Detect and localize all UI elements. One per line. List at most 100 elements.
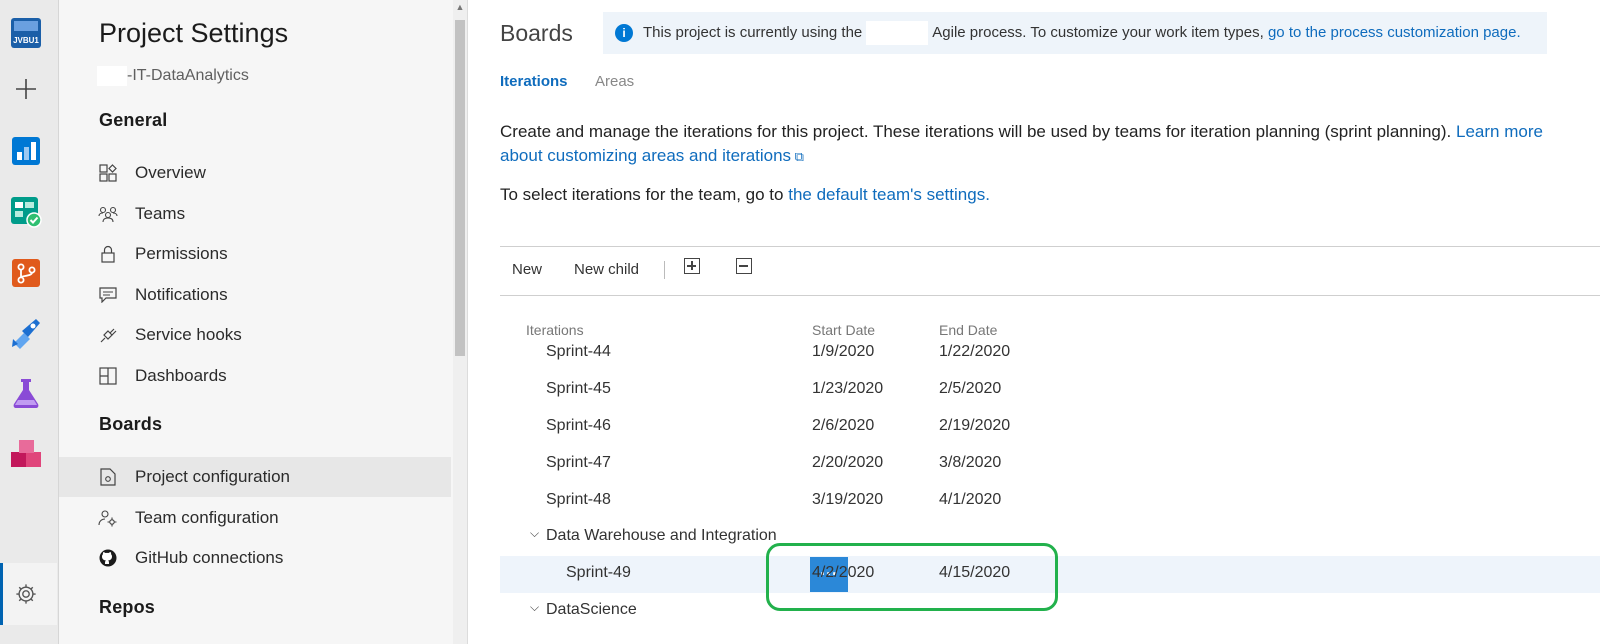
nav-item-github-connections[interactable]: GitHub connections: [59, 538, 451, 578]
pipelines-icon[interactable]: [9, 316, 43, 350]
chevron-down-icon[interactable]: ⌵: [530, 526, 539, 541]
section-heading-repos: Repos: [99, 597, 156, 617]
org-logo-text: JVBU1: [13, 36, 39, 45]
description-text: Create and manage the iterations for thi…: [500, 122, 1543, 141]
nav-item-teams[interactable]: Teams: [59, 194, 451, 234]
scrollbar-thumb[interactable]: [455, 20, 465, 356]
nav-scrollbar[interactable]: ▲: [453, 0, 467, 644]
nav-item-team-configuration[interactable]: Team configuration: [59, 498, 451, 538]
teams-icon: [97, 203, 119, 225]
group-name: DataScience: [546, 601, 637, 618]
process-info-banner: i This project is currently using the Agi…: [603, 12, 1547, 54]
new-child-button[interactable]: New child: [574, 261, 639, 278]
team-settings-icon: [97, 507, 119, 529]
iteration-name: Sprint-46: [546, 417, 611, 434]
nav-item-label: GitHub connections: [135, 548, 284, 567]
banner-text: This project is currently using the Agile…: [643, 21, 1521, 45]
external-link-icon: ⧉: [791, 149, 804, 164]
nav-item-permissions[interactable]: Permissions: [59, 234, 451, 274]
nav-item-label: Notifications: [135, 285, 228, 304]
project-name: -IT-DataAnalytics: [97, 66, 249, 86]
end-date: 2/19/2020: [939, 417, 1011, 434]
expand-all-icon[interactable]: [684, 258, 700, 274]
nav-item-label: Dashboards: [135, 366, 227, 385]
end-date: 1/22/2020: [939, 343, 1011, 360]
nav-item-project-configuration[interactable]: Project configuration: [59, 457, 451, 497]
boards-icon[interactable]: [9, 195, 43, 229]
iteration-name: Sprint-49: [566, 564, 631, 581]
start-date: 3/19/2020: [812, 491, 884, 508]
iteration-name: Sprint-48: [546, 491, 611, 508]
nav-item-label: Project configuration: [135, 467, 290, 486]
banner-prefix: This project is currently using the: [643, 23, 863, 41]
repos-icon[interactable]: [9, 256, 43, 290]
start-date: 1/23/2020: [812, 380, 884, 397]
table-row[interactable]: Sprint-44 1/9/2020 1/22/2020: [500, 335, 1600, 372]
table-row[interactable]: Sprint-48 3/19/2020 4/1/2020: [500, 483, 1600, 520]
nav-item-overview[interactable]: Overview: [59, 153, 451, 193]
scroll-up-arrow-icon[interactable]: ▲: [453, 2, 467, 14]
nav-item-dashboards[interactable]: Dashboards: [59, 356, 451, 396]
banner-suffix: Agile process. To customize your work it…: [932, 23, 1264, 41]
section-heading-general: General: [99, 110, 168, 130]
app-rail: JVBU1: [0, 0, 59, 644]
iterations-toolbar: New New child: [500, 246, 1600, 296]
chevron-down-icon[interactable]: ⌵: [530, 600, 539, 615]
iteration-name: Sprint-44: [546, 343, 611, 360]
dashboard-icon: [97, 365, 119, 387]
toolbar-divider: [664, 261, 665, 279]
team-line-text: To select iterations for the team, go to: [500, 185, 784, 204]
page-title: Project Settings: [99, 18, 289, 48]
document-settings-icon: [97, 466, 119, 488]
test-plans-icon[interactable]: [9, 376, 43, 410]
project-name-text: -IT-DataAnalytics: [127, 67, 249, 85]
section-heading-boards: Boards: [99, 414, 163, 434]
team-settings-line: To select iterations for the team, go to…: [500, 185, 990, 205]
redacted-block: [866, 21, 929, 45]
learn-more-link[interactable]: Learn more: [1456, 122, 1543, 141]
description-body: Create and manage the iterations for thi…: [500, 122, 1452, 141]
redacted-block: [97, 66, 127, 86]
nav-item-label: Permissions: [135, 244, 228, 263]
start-date: 1/9/2020: [812, 343, 875, 360]
nav-item-label: Overview: [135, 163, 206, 182]
nav-item-label: Service hooks: [135, 325, 242, 344]
nav-item-label: Team configuration: [135, 508, 279, 527]
tab-iterations[interactable]: Iterations: [500, 73, 568, 90]
lock-icon: [97, 243, 119, 265]
nav-item-service-hooks[interactable]: Service hooks: [59, 315, 451, 355]
end-date: 2/5/2020: [939, 380, 1002, 397]
iterations-description: Create and manage the iterations for thi…: [500, 120, 1600, 169]
artifacts-icon[interactable]: [9, 437, 43, 471]
process-customization-link[interactable]: go to the process customization page.: [1268, 24, 1521, 41]
iteration-name: Sprint-45: [546, 380, 611, 397]
add-icon[interactable]: [9, 72, 43, 106]
chat-icon: [97, 284, 119, 306]
settings-nav: Project Settings -IT-DataAnalytics Gener…: [59, 0, 468, 644]
nav-item-label: Teams: [135, 204, 186, 223]
end-date: 4/1/2020: [939, 491, 1002, 508]
end-date: 3/8/2020: [939, 454, 1002, 471]
iteration-name: Sprint-47: [546, 454, 611, 471]
collapse-all-icon[interactable]: [736, 258, 752, 274]
info-icon: i: [615, 24, 633, 42]
start-date: 2/6/2020: [812, 417, 875, 434]
plug-icon: [97, 324, 119, 346]
highlight-annotation: [766, 543, 1058, 611]
nav-item-notifications[interactable]: Notifications: [59, 275, 451, 315]
group-name: Data Warehouse and Integration: [546, 527, 777, 544]
boards-title: Boards: [500, 20, 573, 46]
start-date: 2/20/2020: [812, 454, 884, 471]
tab-areas[interactable]: Areas: [595, 73, 634, 90]
overview-grid-icon: [97, 162, 119, 184]
org-logo[interactable]: JVBU1: [9, 16, 43, 50]
new-button[interactable]: New: [512, 261, 542, 278]
customizing-areas-link[interactable]: about customizing areas and iterations: [500, 146, 791, 165]
default-team-settings-link[interactable]: the default team's settings.: [788, 185, 990, 204]
table-row[interactable]: Sprint-47 2/20/2020 3/8/2020: [500, 446, 1600, 483]
github-icon: [97, 547, 119, 569]
table-row[interactable]: Sprint-46 2/6/2020 2/19/2020: [500, 409, 1600, 446]
table-row[interactable]: Sprint-45 1/23/2020 2/5/2020: [500, 372, 1600, 409]
gear-icon[interactable]: [9, 577, 43, 611]
overview-icon[interactable]: [9, 134, 43, 168]
